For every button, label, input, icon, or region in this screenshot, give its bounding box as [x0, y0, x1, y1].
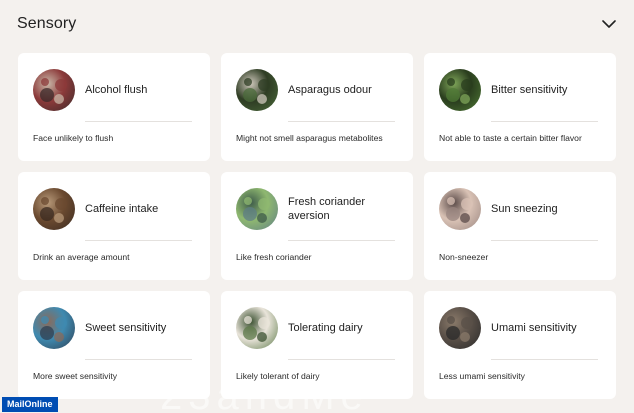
trait-name: Bitter sensitivity: [491, 83, 568, 96]
trait-name: Sun sneezing: [491, 202, 558, 215]
asparagus-photo: [236, 68, 278, 111]
trait-name: Asparagus odour: [288, 83, 372, 96]
trait-card-caffeine-intake[interactable]: Caffeine intake Drink an average amount: [18, 172, 210, 280]
card-divider: [288, 359, 395, 360]
trait-result: Might not smell asparagus metabolites: [236, 133, 383, 143]
trait-card-fresh-coriander-aversion[interactable]: Fresh coriander aversion Like fresh coria…: [221, 172, 413, 280]
trait-grid: Alcohol flush Face unlikely to flush Aspar…: [18, 53, 616, 399]
sweet-photo: [33, 306, 75, 349]
sensory-page: Sensory Alcohol flush Face unlikely to fl…: [0, 0, 634, 413]
alcohol-photo: [33, 68, 75, 111]
person-drinking-milk-photo: [236, 306, 278, 349]
card-divider: [491, 359, 598, 360]
person-sneezing-photo: [439, 187, 481, 230]
trait-result: Non-sneezer: [439, 252, 489, 262]
section-title: Sensory: [17, 15, 77, 32]
trait-result: Likely tolerant of dairy: [236, 371, 320, 381]
card-divider: [288, 240, 395, 241]
trait-card-tolerating-dairy[interactable]: Tolerating dairy Likely tolerant of dairy: [221, 291, 413, 399]
card-divider: [491, 240, 598, 241]
publisher-logo: MailOnline: [2, 397, 58, 412]
umami-photo: [439, 306, 481, 349]
trait-name: Tolerating dairy: [288, 321, 363, 334]
card-divider: [491, 121, 598, 122]
card-header: Fresh coriander aversion: [236, 187, 401, 230]
card-header: Tolerating dairy: [236, 306, 401, 349]
coffee-beans-photo: [33, 187, 75, 230]
card-header: Caffeine intake: [33, 187, 198, 230]
card-divider: [85, 240, 192, 241]
trait-result: Not able to taste a certain bitter flavo…: [439, 133, 582, 143]
coriander-photo: [236, 187, 278, 230]
trait-card-sweet-sensitivity[interactable]: Sweet sensitivity More sweet sensitivity: [18, 291, 210, 399]
card-header: Alcohol flush: [33, 68, 198, 111]
trait-card-asparagus-odour[interactable]: Asparagus odour Might not smell asparagus…: [221, 53, 413, 161]
trait-card-umami-sensitivity[interactable]: Umami sensitivity Less umami sensitivity: [424, 291, 616, 399]
trait-card-sun-sneezing[interactable]: Sun sneezing Non-sneezer: [424, 172, 616, 280]
card-divider: [288, 121, 395, 122]
trait-name: Sweet sensitivity: [85, 321, 167, 334]
card-header: Bitter sensitivity: [439, 68, 604, 111]
trait-name: Umami sensitivity: [491, 321, 577, 334]
trait-name: Fresh coriander aversion: [288, 195, 366, 222]
card-header: Umami sensitivity: [439, 306, 604, 349]
trait-result: Like fresh coriander: [236, 252, 312, 262]
card-header: Sun sneezing: [439, 187, 604, 230]
trait-result: Face unlikely to flush: [33, 133, 114, 143]
chevron-down-icon[interactable]: [600, 15, 618, 33]
trait-result: More sweet sensitivity: [33, 371, 118, 381]
brussels-sprouts-photo: [439, 68, 481, 111]
trait-card-bitter-sensitivity[interactable]: Bitter sensitivity Not able to taste a ce…: [424, 53, 616, 161]
card-divider: [85, 359, 192, 360]
trait-result: Drink an average amount: [33, 252, 130, 262]
card-divider: [85, 121, 192, 122]
trait-name: Alcohol flush: [85, 83, 148, 96]
trait-name: Caffeine intake: [85, 202, 159, 215]
section-header[interactable]: Sensory: [17, 10, 618, 38]
trait-card-alcohol-flush[interactable]: Alcohol flush Face unlikely to flush: [18, 53, 210, 161]
card-header: Sweet sensitivity: [33, 306, 198, 349]
trait-result: Less umami sensitivity: [439, 371, 525, 381]
card-header: Asparagus odour: [236, 68, 401, 111]
